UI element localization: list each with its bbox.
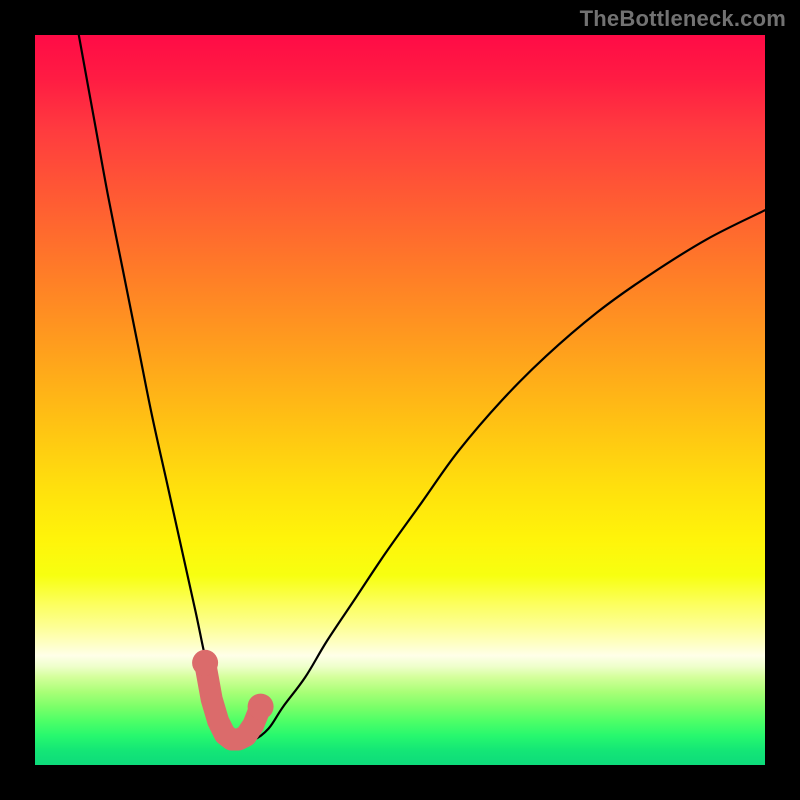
curve-layer [35, 35, 765, 765]
chart-plot-area [35, 35, 765, 765]
marker-endpoint [192, 650, 218, 676]
chart-frame: TheBottleneck.com [0, 0, 800, 800]
marker-endpoint [248, 694, 274, 720]
bottleneck-curve [79, 35, 765, 741]
watermark-text: TheBottleneck.com [580, 6, 786, 32]
